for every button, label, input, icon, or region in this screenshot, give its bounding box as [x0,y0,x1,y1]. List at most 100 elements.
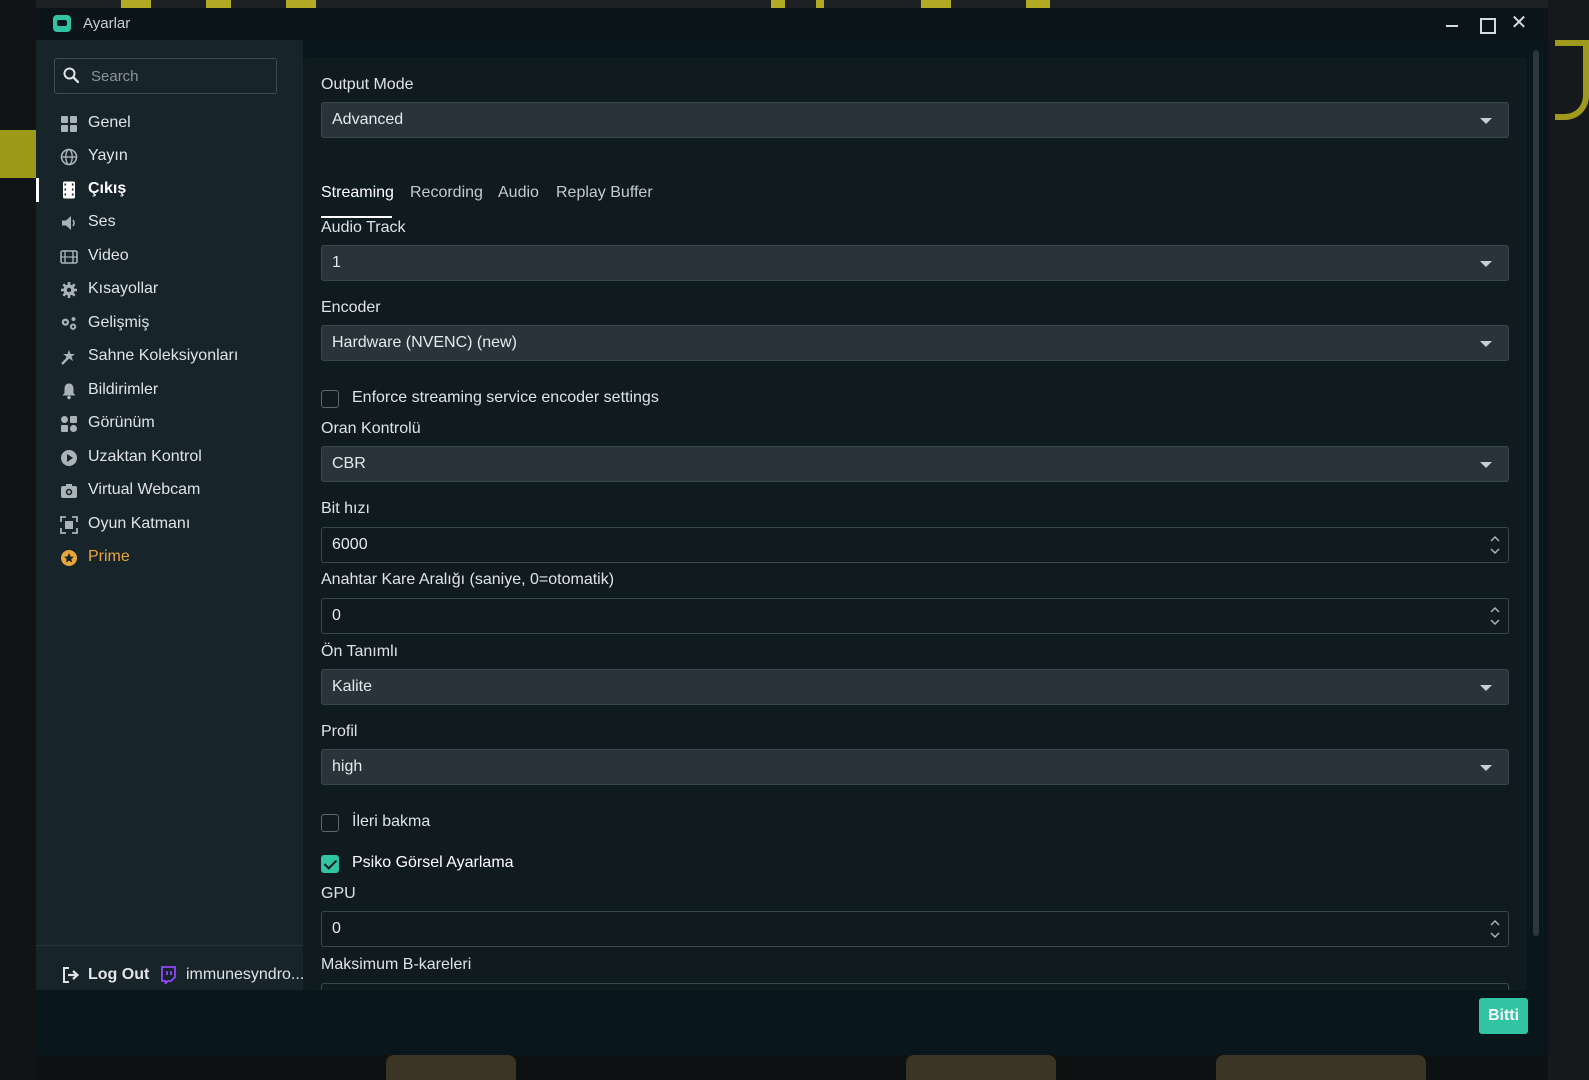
spinner-arrows-icon[interactable] [1488,603,1502,629]
sidebar-item-prime[interactable]: Prime [36,542,303,574]
gpu-input[interactable]: 0 [321,911,1509,947]
sidebar-item-sahne-koleksiyonlari[interactable]: Sahne Koleksiyonları [36,341,303,373]
sidebar-item-label: Prime [88,548,130,565]
speaker-icon [62,216,75,230]
tab-streaming[interactable]: Streaming [321,182,394,218]
window-title: Ayarlar [83,15,131,32]
encoder-select[interactable]: Hardware (NVENC) (new) [321,325,1509,361]
output-mode-select[interactable]: Advanced [321,102,1509,138]
keyframe-interval-label: Anahtar Kare Aralığı (saniye, 0=otomatik… [321,571,615,588]
spinner-arrows-icon[interactable] [1488,532,1502,558]
sidebar-item-cikis[interactable]: Çıkış [36,174,303,206]
tab-replay-buffer[interactable]: Replay Buffer [556,182,653,218]
chevron-down-icon [1480,685,1492,691]
prime-icon [61,550,77,566]
preset-value: Kalite [332,678,373,695]
output-mode-label: Output Mode [321,76,414,93]
desktop-background-right [1548,0,1589,1080]
sidebar-item-gelismis[interactable]: Gelişmiş [36,308,303,340]
enforce-encoder-settings-checkbox[interactable] [321,390,339,408]
play-circle-icon [61,450,77,466]
tab-recording[interactable]: Recording [410,182,483,218]
chevron-down-icon [1480,462,1492,468]
gpu-label: GPU [321,885,356,902]
gear-icon [61,282,77,298]
sidebar-item-label: Genel [88,114,131,131]
chevron-down-icon [1480,341,1492,347]
title-bar[interactable]: Ayarlar ✕ [36,8,1548,40]
gears-icon [61,317,77,330]
minimize-button[interactable] [1440,12,1464,36]
lookahead-label: İleri bakma [352,813,431,830]
desktop-background-top [36,0,1548,8]
settings-window: Ayarlar ✕ Genel Yayın [36,8,1548,1055]
film-strip-icon [63,181,75,199]
sidebar-item-ses[interactable]: Ses [36,207,303,239]
keyframe-interval-value: 0 [332,607,341,624]
preset-select[interactable]: Kalite [321,669,1509,705]
output-mode-value: Advanced [332,111,404,128]
settings-content: Output Mode Advanced Streaming Recording… [303,40,1548,990]
search-input[interactable] [91,59,271,93]
tab-audio[interactable]: Audio [498,182,539,218]
bitrate-input[interactable]: 6000 [321,527,1509,563]
account-link[interactable]: immunesyndro... [160,963,303,987]
layout-icon [61,416,77,432]
app-logo-icon [53,15,71,32]
done-button[interactable]: Bitti [1479,998,1528,1034]
sidebar-item-label: Sahne Koleksiyonları [88,347,239,364]
sidebar-item-label: Oyun Katmanı [88,515,191,532]
encoder-label: Encoder [321,299,381,316]
sidebar-item-uzaktan-kontrol[interactable]: Uzaktan Kontrol [36,442,303,474]
globe-icon [60,148,78,166]
sidebar-item-yayin[interactable]: Yayın [36,141,303,173]
desktop-background-accent-right [1555,40,1589,120]
search-box[interactable] [54,58,277,94]
camera-icon [61,484,77,498]
sidebar-item-label: Yayın [88,147,128,164]
content-scrollbar[interactable] [1533,50,1539,936]
collection-icon [61,350,75,365]
maximize-button[interactable] [1474,12,1498,36]
film-icon [60,250,78,264]
settings-footer: Bitti [36,990,1548,1055]
search-icon [63,67,79,83]
account-name: immunesyndro... [186,966,303,983]
bitrate-value: 6000 [332,536,368,553]
sidebar-item-label: Bildirimler [88,381,159,398]
sidebar-item-label: Ses [88,213,116,230]
chevron-down-icon [1480,261,1492,267]
lookahead-checkbox[interactable] [321,814,339,832]
psycho-visual-tuning-checkbox[interactable] [321,855,339,873]
sidebar-item-label: Görünüm [88,414,155,431]
audio-track-select[interactable]: 1 [321,245,1509,281]
sidebar-item-bildirimler[interactable]: Bildirimler [36,375,303,407]
encoder-value: Hardware (NVENC) (new) [332,334,517,351]
enforce-encoder-settings-label: Enforce streaming service encoder settin… [352,389,659,406]
sidebar-item-label: Kısayollar [88,280,159,297]
logout-label: Log Out [88,966,150,983]
rate-control-select[interactable]: CBR [321,446,1509,482]
preset-label: Ön Tanımlı [321,643,399,660]
sidebar-item-label: Gelişmiş [88,314,150,331]
settings-sidebar: Genel Yayın Çıkış Ses [36,40,303,1055]
twitch-icon [161,966,176,984]
sidebar-item-virtual-webcam[interactable]: Virtual Webcam [36,475,303,507]
sidebar-item-video[interactable]: Video [36,241,303,273]
max-bframes-input[interactable] [321,983,1509,990]
keyframe-interval-input[interactable]: 0 [321,598,1509,634]
gpu-value: 0 [332,920,341,937]
profile-select[interactable]: high [321,749,1509,785]
close-button[interactable]: ✕ [1507,12,1531,36]
sidebar-item-kisayollar[interactable]: Kısayollar [36,274,303,306]
sidebar-item-genel[interactable]: Genel [36,108,303,140]
audio-track-label: Audio Track [321,219,406,236]
sidebar-item-label: Virtual Webcam [88,481,201,498]
sidebar-item-gorunum[interactable]: Görünüm [36,408,303,440]
bitrate-label: Bit hızı [321,500,370,517]
sidebar-item-oyun-katmani[interactable]: Oyun Katmanı [36,509,303,541]
spinner-arrows-icon[interactable] [1488,916,1502,942]
sidebar-divider [36,945,303,946]
desktop-background-accent [0,130,36,178]
rate-control-label: Oran Kontrolü [321,420,421,437]
